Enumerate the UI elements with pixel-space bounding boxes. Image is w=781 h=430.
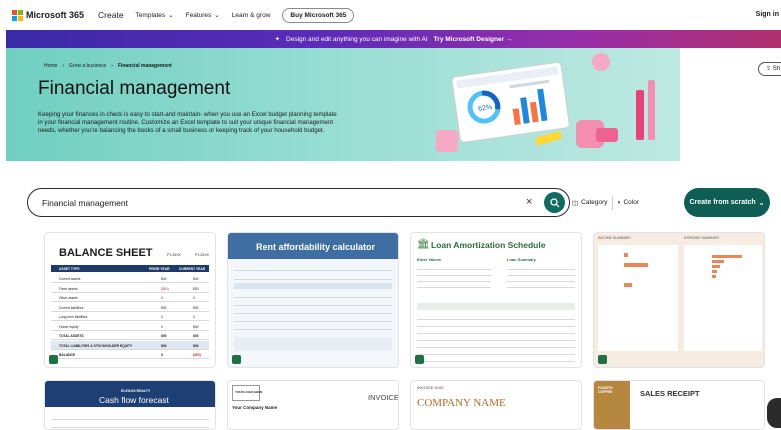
invoice-number: INVOICE #100: [417, 385, 444, 390]
panel-label: INCOME SUMMARY: [598, 236, 631, 240]
row-label: TOTAL LIABILITIES & STOCKHOLDER EQUITY: [59, 343, 133, 348]
hero-illustration: 62%: [436, 53, 655, 152]
row-label: Long-term liabilities: [59, 315, 88, 319]
template-card-invoice[interactable]: YOUR LOGO HERE INVOICE Your Company Name: [227, 380, 399, 430]
excel-icon: [415, 355, 424, 364]
row-value: $00: [193, 286, 199, 291]
template-card-loan-amortization[interactable]: 🏛 Loan Amortization Schedule Enter Value…: [410, 232, 582, 368]
nav-templates[interactable]: Templates ⌄: [136, 11, 174, 20]
fy-label: FY-20XX: [195, 253, 209, 257]
breadcrumb-grow[interactable]: Grow a business: [69, 63, 106, 69]
panel-label: EXPENSE SUMMARY: [684, 236, 720, 240]
card-title: COMPANY NAME: [417, 397, 506, 409]
row-value: $00: [161, 334, 167, 338]
breadcrumb-home[interactable]: Home: [44, 63, 57, 69]
chevron-down-icon: ⌄: [758, 199, 765, 207]
fy-label: FY-20XX: [167, 253, 181, 257]
page-title: Financial management: [38, 78, 231, 99]
promo-link[interactable]: Try Microsoft Designer →: [434, 36, 513, 43]
search-bar: Financial management ×: [27, 188, 570, 217]
microsoft-logo-icon[interactable]: [12, 10, 23, 21]
excel-icon: [49, 355, 58, 364]
row-value: 0: [161, 296, 163, 300]
section-label: Enter Values: [417, 257, 442, 262]
promo-banner: ✦ Design and edit anything you can imagi…: [6, 30, 781, 48]
page-description: Keeping your finances in check is easy t…: [38, 111, 337, 134]
row-value: 0: [161, 324, 163, 329]
row-label: Fixed assets: [59, 286, 78, 291]
card-title: SALES RECEIPT: [640, 389, 700, 398]
card-title: Rent affordability calculator: [256, 242, 376, 252]
row-value: $00: [193, 343, 199, 348]
category-filter[interactable]: ◫ Category: [572, 199, 608, 207]
section-label: Loan Summary: [507, 257, 536, 262]
row-value: 0: [161, 353, 163, 357]
search-input[interactable]: Financial management: [42, 198, 128, 208]
col-header: ASSET TYPE: [59, 267, 80, 271]
sparkle-icon: ✦: [274, 36, 281, 43]
row-label: BALANCE: [59, 353, 76, 357]
hero-banner: Home › Grow a business › Financial managem…: [6, 48, 680, 161]
nav-features[interactable]: Features ⌄: [186, 11, 220, 20]
template-card-cash-flow-forecast[interactable]: ELEGOS REALTY Cash flow forecast: [44, 380, 216, 430]
excel-icon: [232, 355, 241, 364]
row-label: Owner equity: [59, 324, 79, 329]
row-value: ($00): [161, 286, 169, 291]
template-card-balance-sheet[interactable]: BALANCE SHEET FY-20XX FY-20XX ASSET TYPE…: [44, 232, 216, 368]
row-value: 0: [161, 315, 163, 319]
palette-icon: ◑: [616, 199, 621, 206]
template-card-invoice-company[interactable]: INVOICE #100 COMPANY NAME: [410, 380, 582, 430]
template-card-rent-affordability[interactable]: Rent affordability calculator: [227, 232, 399, 368]
row-value: 0: [193, 296, 195, 300]
share-icon: ⇪: [766, 66, 772, 72]
buy-button[interactable]: Buy Microsoft 365: [282, 7, 355, 23]
logo-placeholder: YOUR LOGO HERE: [235, 390, 263, 394]
create-from-scratch-button[interactable]: Create from scratch ⌄: [684, 188, 770, 217]
row-label: Current assets: [59, 277, 81, 281]
chevron-down-icon: ⌄: [214, 12, 220, 19]
template-card-sales-receipt[interactable]: FOURTH COFFEE SALES RECEIPT: [593, 380, 765, 430]
search-icon: [549, 197, 559, 207]
search-button[interactable]: [544, 192, 565, 213]
row-value: $00: [161, 305, 167, 310]
share-button[interactable]: ⇪ Sh: [758, 62, 781, 76]
row-label: Other assets: [59, 296, 78, 300]
row-value: $00: [193, 277, 199, 281]
company-label: Your Company Name: [232, 405, 278, 410]
category-icon: ◫: [572, 199, 579, 207]
row-value: $00: [161, 343, 167, 348]
row-value: 0: [193, 315, 195, 319]
company-label: ELEGOS REALTY: [121, 389, 151, 393]
col-header: PRIOR YEAR: [149, 267, 170, 271]
chat-button[interactable]: [767, 398, 781, 428]
promo-text: Design and edit anything you can imagine…: [286, 35, 428, 43]
template-card-income-expense-summary[interactable]: INCOME SUMMARY EXPENSE SUMMARY: [593, 232, 765, 368]
bank-icon: 🏛: [417, 239, 430, 250]
color-filter[interactable]: ◑ Color: [617, 199, 639, 206]
card-title: BALANCE SHEET: [59, 247, 153, 259]
brand-name[interactable]: Microsoft 365: [26, 10, 84, 20]
card-title: Cash flow forecast: [99, 395, 169, 405]
row-value: ($00): [193, 353, 201, 357]
row-value: $00: [193, 334, 199, 338]
card-title: Loan Amortization Schedule: [431, 240, 546, 250]
breadcrumb-current: Financial management: [117, 63, 172, 69]
close-icon[interactable]: ×: [526, 196, 532, 208]
col-header: CURRENT YEAR: [179, 267, 206, 271]
card-title: INVOICE: [368, 393, 399, 402]
excel-icon: [598, 355, 607, 364]
nav-create[interactable]: Create: [98, 10, 124, 20]
sign-in-link[interactable]: Sign in: [756, 11, 779, 18]
breadcrumb: Home › Grow a business › Financial managem…: [44, 63, 172, 69]
row-value: $00: [193, 305, 199, 310]
row-value: $00: [161, 277, 167, 281]
nav-learn[interactable]: Learn & grow: [232, 12, 271, 19]
row-label: TOTAL ASSETS: [59, 334, 84, 338]
chevron-down-icon: ⌄: [168, 12, 174, 19]
top-nav: Microsoft 365 Create Templates ⌄ Features…: [0, 0, 781, 30]
filters: ◫ Category ◑ Color: [572, 188, 664, 217]
row-label: Current liabilities: [59, 305, 84, 310]
brand-label: FOURTH COFFEE: [598, 386, 613, 394]
row-value: $00: [193, 324, 199, 329]
